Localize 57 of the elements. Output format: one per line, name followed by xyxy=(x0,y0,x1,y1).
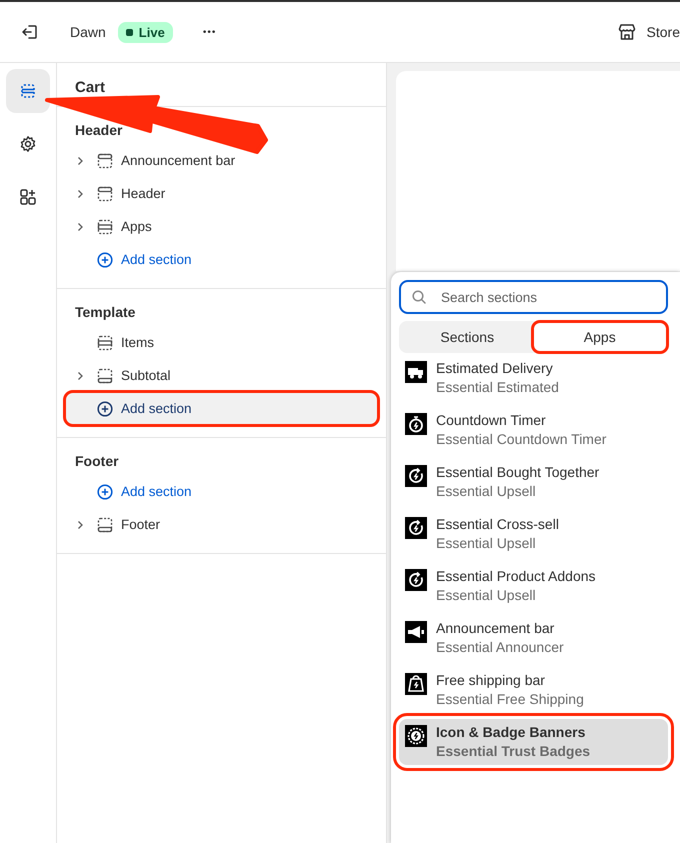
group-title: Header xyxy=(74,122,124,140)
section-item[interactable]: Footer xyxy=(65,508,378,541)
chevron-icon[interactable] xyxy=(75,370,85,380)
section-item[interactable]: Announcement bar xyxy=(65,144,378,177)
theme-name: Dawn xyxy=(70,24,106,40)
app-item[interactable]: Essential Product Addons Essential Upsell xyxy=(399,563,668,609)
plus-circle-icon xyxy=(97,252,113,268)
app-title: Essential Product Addons xyxy=(436,568,596,584)
app-subtitle: Essential Estimated xyxy=(436,379,559,395)
chevron-icon[interactable] xyxy=(75,520,85,530)
app-title: Estimated Delivery xyxy=(436,360,554,376)
store-label[interactable]: Store xyxy=(646,24,680,40)
app-item[interactable]: Essential Bought Together Essential Upsell xyxy=(399,459,668,505)
app-subtitle: Essential Upsell xyxy=(436,587,537,603)
chevron-icon[interactable] xyxy=(75,188,85,198)
add-section-button[interactable]: Add section xyxy=(65,243,378,276)
app-item[interactable]: Announcement bar Essential Announcer xyxy=(399,615,668,661)
plus-circle-icon xyxy=(97,484,113,500)
app-title: Announcement bar xyxy=(436,620,556,636)
app-title: Icon & Badge Banners xyxy=(436,724,586,740)
sections-button[interactable] xyxy=(6,69,50,113)
plus-circle-icon xyxy=(97,400,113,416)
app-subtitle: Essential Trust Badges xyxy=(436,743,590,759)
app-item[interactable]: Essential Cross-sell Essential Upsell xyxy=(399,511,668,557)
live-badge: Live xyxy=(118,22,173,42)
tab[interactable]: Apps xyxy=(534,323,666,351)
app-item[interactable]: Free shipping bar Essential Free Shipping xyxy=(399,667,668,713)
group-title: Footer xyxy=(74,453,120,471)
section-item[interactable]: Header xyxy=(65,177,378,210)
section-item[interactable]: Subtotal xyxy=(65,359,378,392)
store-icon[interactable] xyxy=(616,22,637,42)
app-item[interactable]: Countdown Timer Essential Countdown Timer xyxy=(399,407,668,453)
sections-icon xyxy=(19,82,37,100)
add-section-button[interactable]: Add section xyxy=(65,392,378,425)
section-item[interactable]: Apps xyxy=(65,210,378,243)
app-title: Free shipping bar xyxy=(436,672,546,688)
add-section-button[interactable]: Add section xyxy=(65,475,378,508)
group-title: Template xyxy=(74,304,136,322)
app-item[interactable]: Icon & Badge Banners Essential Trust Badges xyxy=(399,719,668,765)
search-field[interactable]: Search sections xyxy=(399,280,668,314)
add-apps-icon xyxy=(19,188,37,206)
more-button[interactable]: ••• xyxy=(198,22,220,42)
chevron-icon[interactable] xyxy=(75,222,85,232)
app-title: Essential Bought Together xyxy=(436,464,600,480)
search-icon xyxy=(411,289,427,305)
app-subtitle: Essential Free Shipping xyxy=(436,691,584,707)
app-subtitle: Essential Upsell xyxy=(436,483,537,499)
app-subtitle: Essential Announcer xyxy=(436,639,564,655)
app-subtitle: Essential Upsell xyxy=(436,535,537,551)
app-item[interactable]: Estimated Delivery Essential Estimated xyxy=(399,355,668,401)
app-title: Essential Cross-sell xyxy=(436,516,559,532)
chevron-icon[interactable] xyxy=(75,156,85,166)
tab[interactable]: Sections xyxy=(401,323,534,351)
app-subtitle: Essential Countdown Timer xyxy=(436,431,606,447)
app-title: Countdown Timer xyxy=(436,412,547,428)
settings-icon xyxy=(19,135,37,153)
section-item[interactable]: Items xyxy=(65,326,378,359)
